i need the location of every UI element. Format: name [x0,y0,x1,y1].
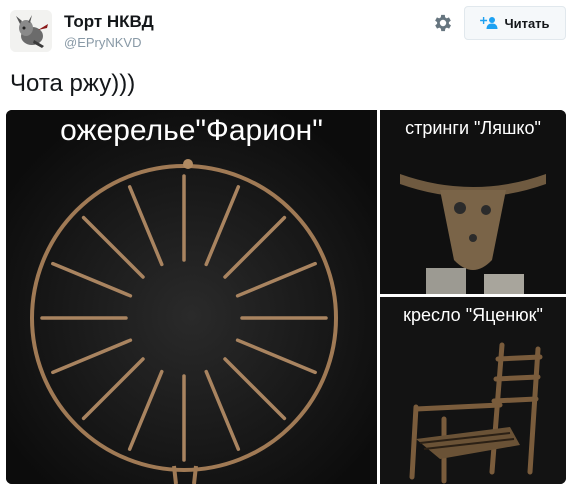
tweet-text: Чота ржу))) [10,70,136,97]
tweet-media[interactable]: ожерелье"Фарион" стринги "Ляшко" кресло … [6,110,566,484]
gear-icon[interactable] [432,12,454,34]
thong-caption: стринги "Ляшко" [405,118,541,138]
necklace-image [6,110,377,484]
avatar-image [10,10,52,52]
tweet-header: Торт НКВД @EPryNKVD Читать [0,0,574,62]
chair-caption: кресло "Яценюк" [403,305,543,325]
add-user-icon [480,16,498,30]
avatar[interactable] [10,10,52,52]
necklace-caption: ожерелье"Фарион" [60,114,323,147]
follow-button[interactable]: Читать [464,6,566,40]
media-panel-chair[interactable]: кресло "Яценюк" [380,297,566,484]
follow-label: Читать [504,15,550,31]
display-name[interactable]: Торт НКВД [64,12,154,32]
media-panel-necklace[interactable]: ожерелье"Фарион" [6,110,377,484]
username[interactable]: @EPryNKVD [64,35,142,50]
media-panel-thong[interactable]: стринги "Ляшко" [380,110,566,294]
